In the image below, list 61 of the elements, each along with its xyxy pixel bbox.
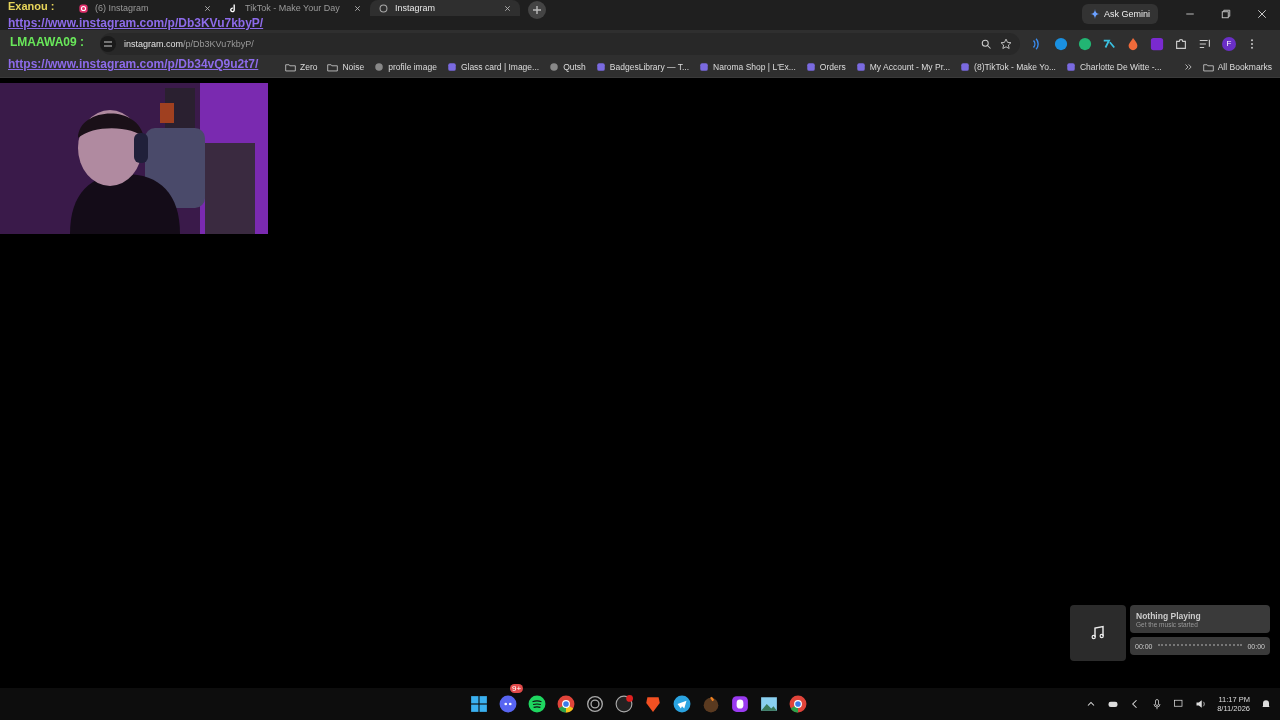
folder-icon[interactable] [285,61,296,73]
bookmark[interactable]: Charlotte De Witte -... [1066,62,1162,72]
camera-icon[interactable] [78,2,89,14]
browser-tab[interactable]: TikTok - Make Your Day [220,0,370,16]
bookmark[interactable]: Zero [285,61,318,73]
site-icon[interactable] [1066,62,1076,72]
site-icon[interactable] [595,62,606,72]
browser-tab[interactable]: (6) Instagram [70,0,220,16]
close-icon[interactable] [203,3,212,13]
notification-count-badge: 9+ [510,684,524,693]
volume-icon[interactable] [1195,698,1208,710]
rings-app-icon[interactable] [586,695,604,713]
flame-icon[interactable] [1126,36,1140,51]
bookmark[interactable]: (8)TikTok - Make Yo... [960,62,1056,72]
album-art-placeholder [1070,605,1126,661]
landscape-app-icon[interactable] [760,695,778,713]
chat-username: Exanou : [8,0,55,12]
bookmark[interactable]: Qutsh [549,62,586,72]
star-icon[interactable] [1000,37,1012,50]
bookmark[interactable]: Glass card | Image... [446,62,540,72]
zoom-icon[interactable] [980,37,992,50]
restore-icon[interactable] [1220,8,1232,20]
chat-link[interactable]: https://www.instagram.com/p/Db3KVu7kbyP/ [8,17,264,30]
folder-icon[interactable] [1202,61,1214,73]
all-bookmarks[interactable]: All Bookmarks [1202,61,1272,73]
bookmark[interactable]: BadgesLibrary — T... [595,62,690,72]
bookmark[interactable]: Orders [805,62,846,72]
bookmark[interactable]: Naroma Shop | L'Ex... [699,62,796,72]
close-icon[interactable] [503,3,512,13]
new-tab-icon[interactable] [528,1,546,19]
bookmark[interactable]: My Account - My Pr... [855,62,951,72]
browser-tab[interactable]: Instagram [370,0,520,16]
profile-avatar[interactable]: F [1222,36,1236,51]
close-icon[interactable] [1256,8,1268,20]
close-icon[interactable] [353,3,362,13]
globe-icon[interactable] [374,62,385,72]
bell-icon[interactable] [1260,698,1272,710]
bookmark[interactable]: profile image [374,62,437,72]
round-extension-icon[interactable] [1054,36,1068,51]
site-icon[interactable] [855,62,866,72]
chat-username: LMAAWA09 : [10,36,84,49]
fruit-app-icon[interactable] [702,695,720,713]
site-icon[interactable] [699,62,710,72]
site-icon[interactable] [960,62,971,72]
site-icon[interactable] [805,62,816,72]
display-icon[interactable] [1173,698,1186,710]
site-icon[interactable] [446,62,457,72]
site-settings-icon[interactable] [100,35,116,52]
puzzle-icon[interactable] [1174,36,1188,51]
globe-icon[interactable] [549,62,560,72]
microphone-icon[interactable] [1151,698,1164,710]
start-icon[interactable] [470,695,488,713]
address-bar[interactable]: instagram.com/p/Db3KVu7kbyP/ [100,32,1020,55]
sparkle-icon [1090,9,1100,19]
track-title: Nothing Playing [1136,610,1202,621]
rounded-square-app-icon[interactable] [731,695,749,713]
ask-gemini-button[interactable]: Ask Gemini [1082,4,1158,24]
bookmark[interactable]: Noise [327,61,365,73]
more-icon[interactable] [1182,62,1193,72]
disc-extension-icon[interactable] [1078,36,1092,51]
folder-icon[interactable] [327,61,339,73]
